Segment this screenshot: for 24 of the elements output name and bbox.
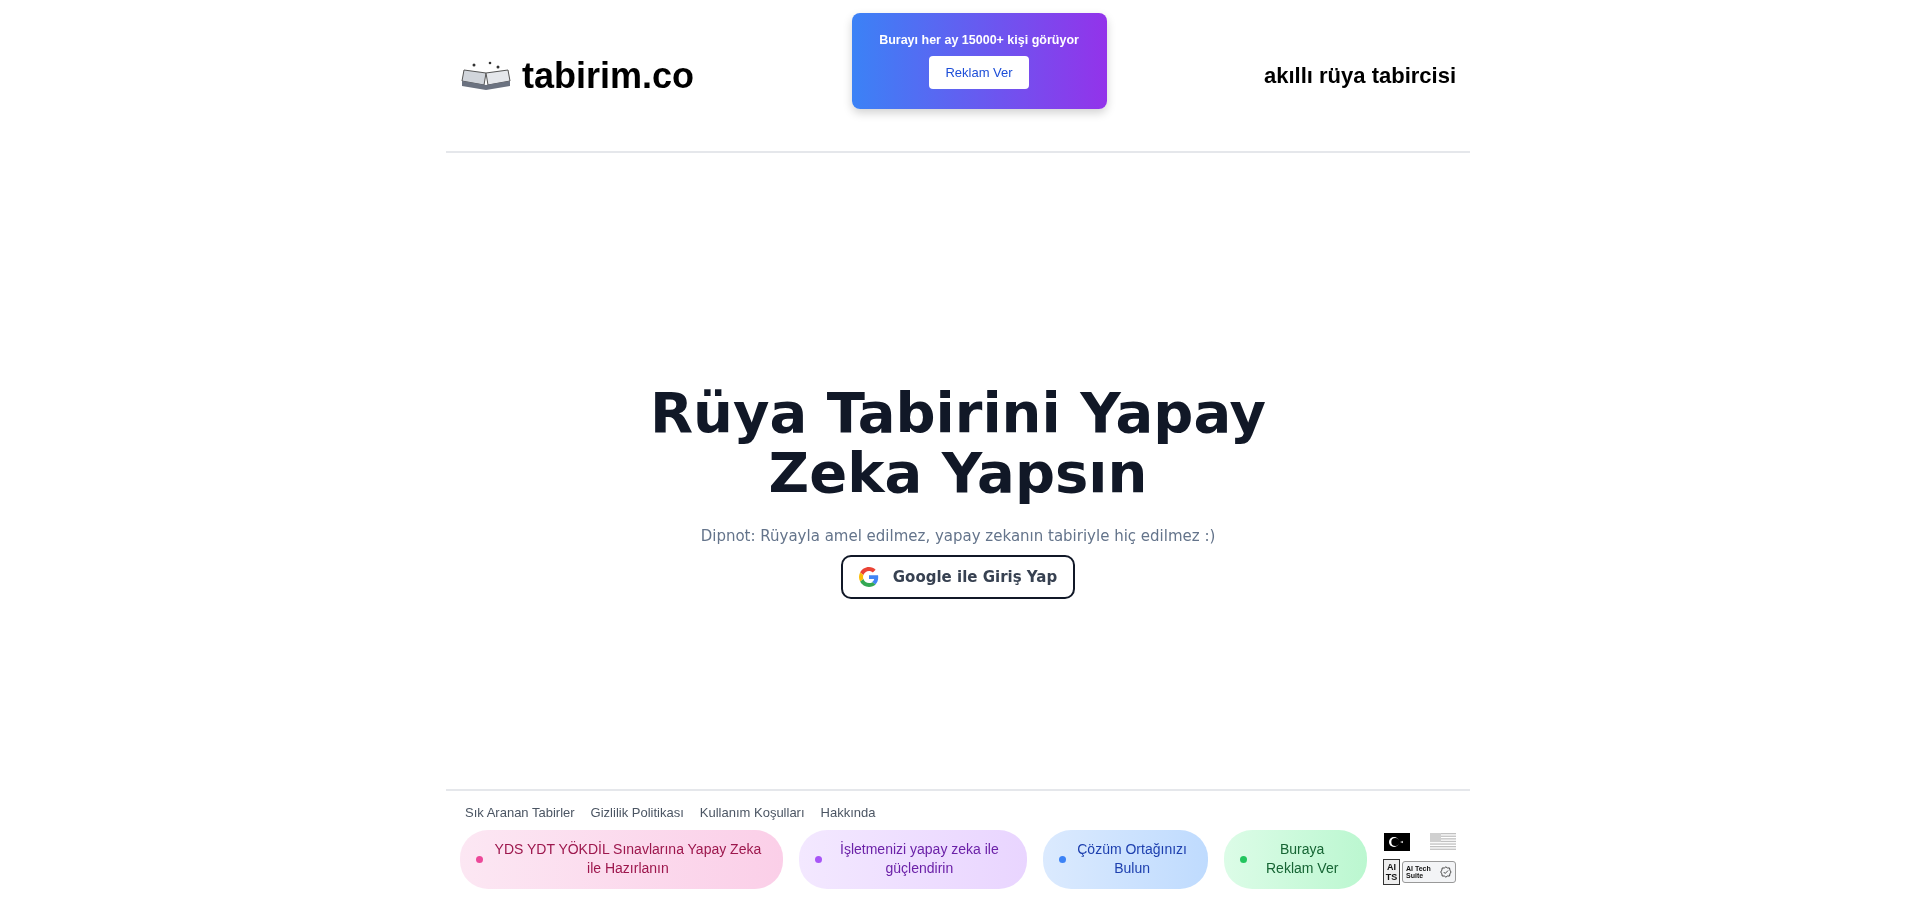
badge-text: AI <box>1387 862 1397 873</box>
promo-link[interactable]: YDS YDT YÖKDİL Sınavlarına Yapay Zeka ile Hazırlanın <box>460 829 783 889</box>
promo-link[interactable]: Çözüm Ortağınızı Bulun <box>1042 829 1209 889</box>
crescent-flag-icon <box>1383 833 1410 852</box>
striped-flag-icon <box>1429 833 1456 852</box>
book-icon <box>460 60 512 91</box>
language-button[interactable] <box>1383 833 1410 852</box>
tagline: akıllı rüya tabircisi <box>1264 62 1456 89</box>
site-logo[interactable]: tabirim.co <box>522 54 695 97</box>
ad-text: Burayı her ay 15000+ kişi görüyor <box>879 32 1079 47</box>
google-icon <box>858 566 879 587</box>
footnote-text: Dipnot: Rüyayla amel edilmez, yapay zekanın tabiriyle hiç edilmez :) <box>700 526 1216 545</box>
promo-link[interactable]: Buraya Reklam Ver <box>1224 829 1368 889</box>
advertise-button[interactable]: Reklam Ver <box>929 55 1029 89</box>
footer-link[interactable]: Hakkında <box>820 804 876 820</box>
monogram-badge[interactable]: AI TS <box>1383 859 1400 886</box>
badge-text: TS <box>1385 872 1398 883</box>
check-icon <box>1440 864 1452 881</box>
google-login-button[interactable]: Google ile Giriş Yap <box>840 554 1076 599</box>
footer-link[interactable]: Gizlilik Politikası <box>590 804 684 820</box>
promo-link[interactable]: İşletmenizi yapay zeka ile güçlendirin <box>798 829 1027 889</box>
hero-title: Rüya Tabirini Yapay Zeka Yapsın <box>648 383 1268 503</box>
footer-link[interactable]: Kullanım Koşulları <box>699 804 805 820</box>
footer-link[interactable]: Sık Aranan Tabirler <box>465 804 575 820</box>
